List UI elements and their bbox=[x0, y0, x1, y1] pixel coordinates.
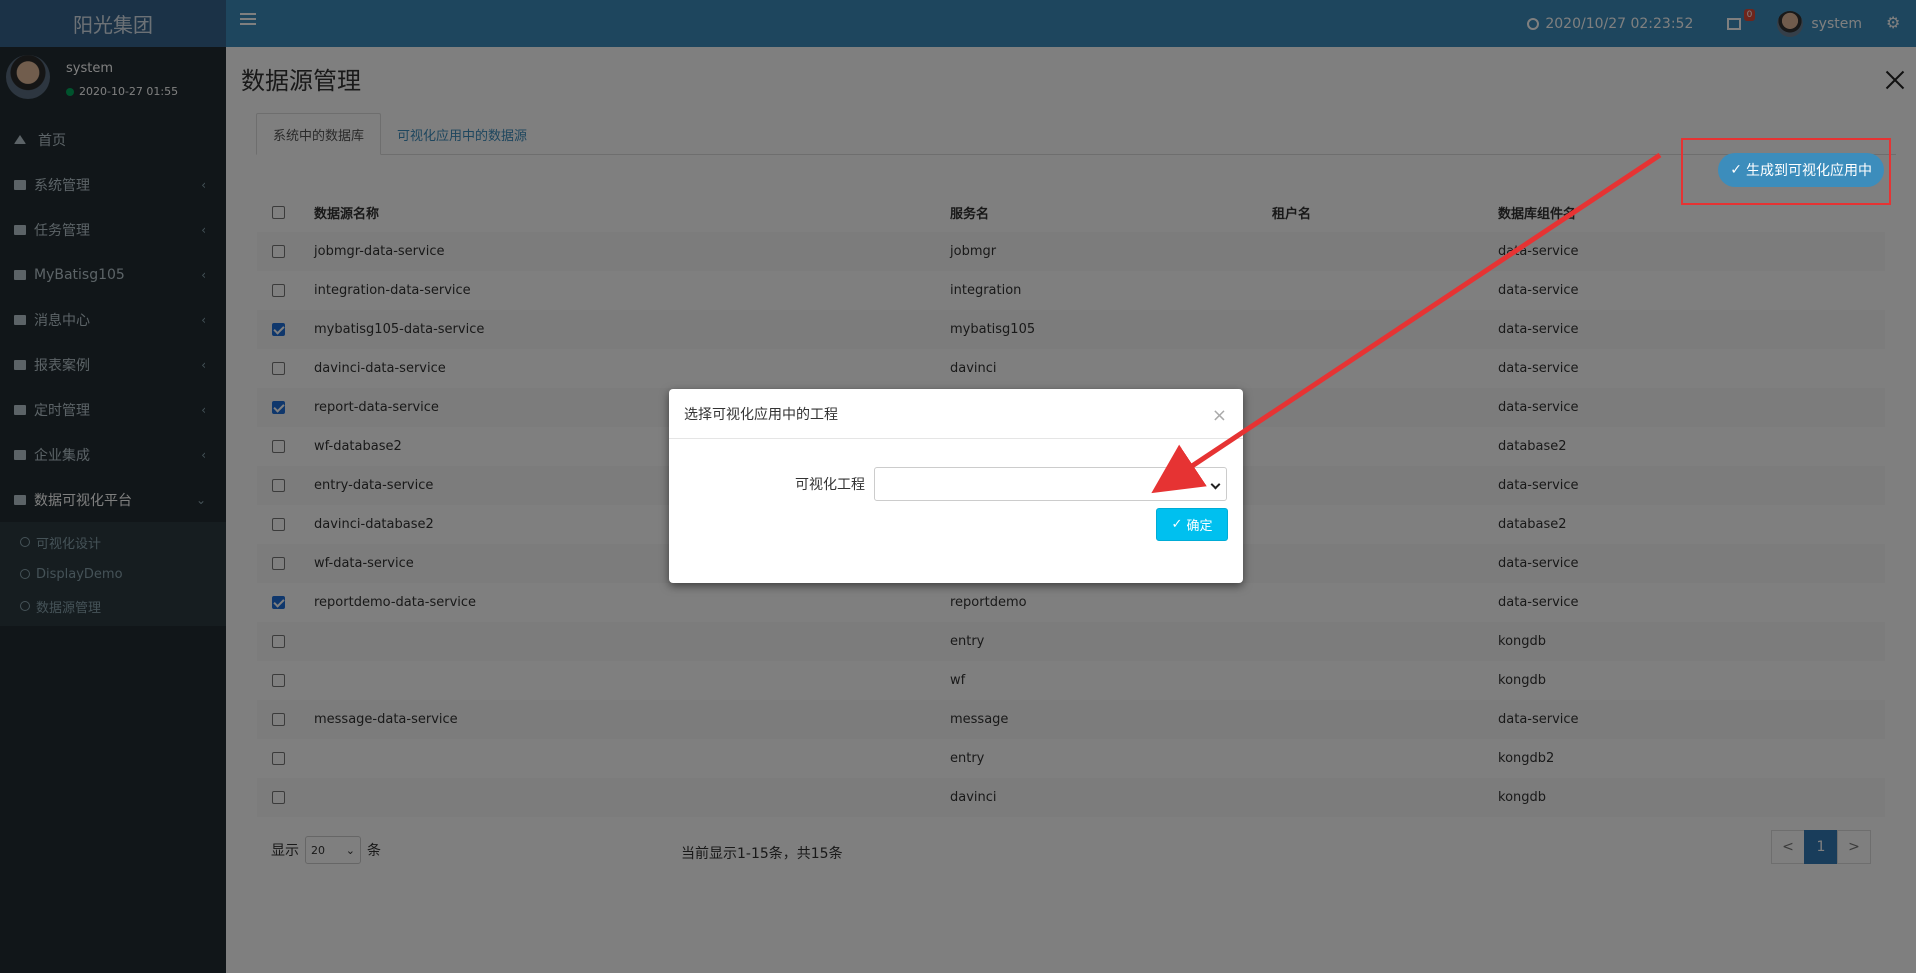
arrow-line bbox=[1151, 152, 1662, 494]
annotation-arrow bbox=[1151, 152, 1662, 494]
